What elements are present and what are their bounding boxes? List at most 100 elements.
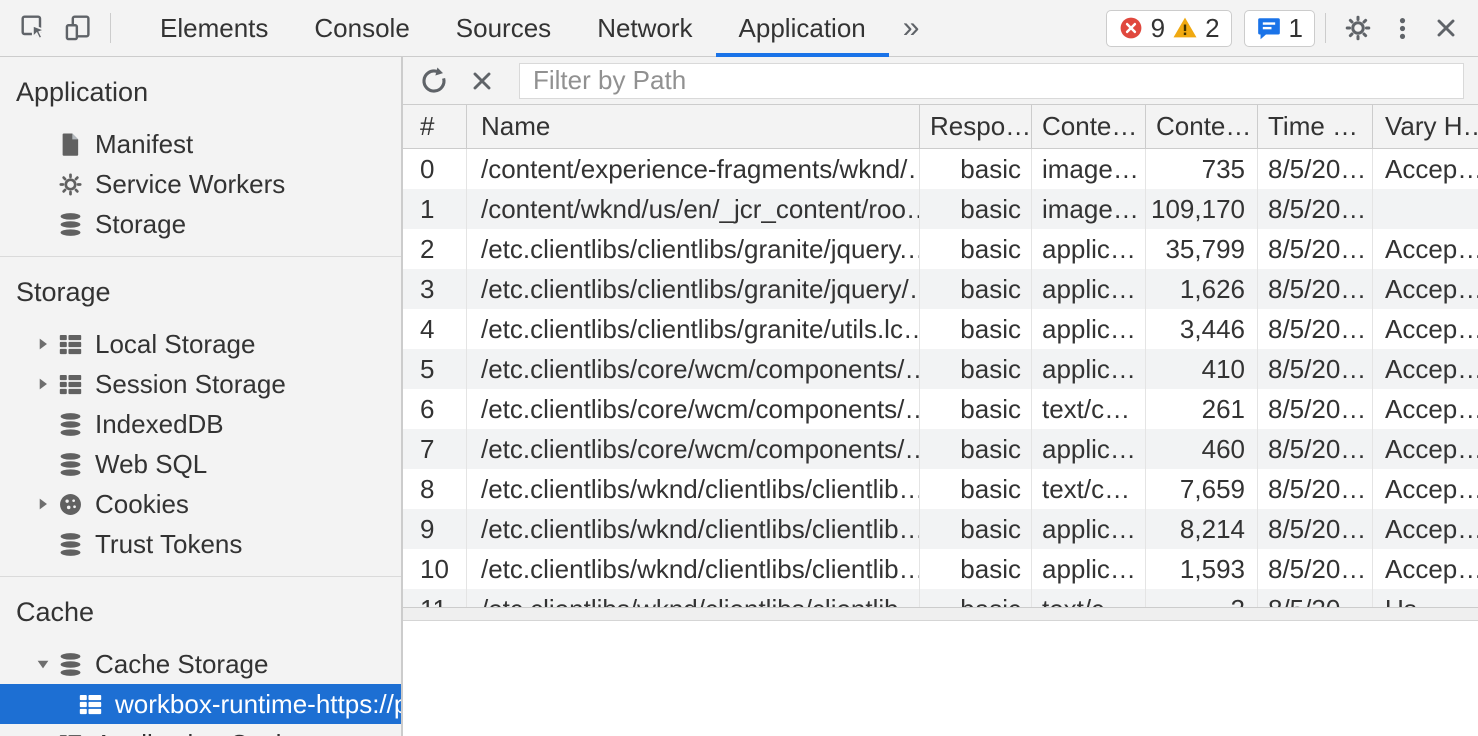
- expander-expanded-icon[interactable]: [36, 657, 50, 671]
- expander-collapsed-icon[interactable]: [36, 377, 50, 391]
- cell-vary-header: Accep…: [1373, 389, 1478, 429]
- cell-response-type: basic: [920, 589, 1032, 607]
- cell-time-cached: 8/5/20…: [1258, 429, 1373, 469]
- console-errors-warnings-badge[interactable]: 9 2: [1106, 10, 1232, 47]
- horizontal-splitter[interactable]: [403, 607, 1478, 621]
- device-toolbar-button[interactable]: [56, 6, 100, 50]
- sidebar-item-label: workbox-runtime-https://pu: [115, 689, 401, 720]
- sidebar-item-local-storage[interactable]: Local Storage: [0, 324, 401, 364]
- cell-content-length: 735: [1146, 149, 1258, 189]
- table-row[interactable]: 11/etc.clientlibs/wknd/clientlibs/client…: [403, 589, 1478, 607]
- preview-pane: [403, 621, 1478, 736]
- cell-vary-header: Us…: [1373, 589, 1478, 607]
- table-row[interactable]: 0/content/experience-fragments/wknd/…bas…: [403, 149, 1478, 189]
- sidebar-item-label: Application Cache: [95, 729, 305, 736]
- table-row[interactable]: 10/etc.clientlibs/wknd/clientlibs/client…: [403, 549, 1478, 589]
- table-row[interactable]: 5/etc.clientlibs/core/wcm/components/…ba…: [403, 349, 1478, 389]
- column-header-content-type[interactable]: Conte…: [1032, 105, 1146, 148]
- tab-elements[interactable]: Elements: [137, 0, 291, 57]
- cell-response-type: basic: [920, 549, 1032, 589]
- issues-badge[interactable]: 1: [1244, 10, 1315, 47]
- cell-vary-header: Accep…: [1373, 509, 1478, 549]
- table-row[interactable]: 9/etc.clientlibs/wknd/clientlibs/clientl…: [403, 509, 1478, 549]
- cache-toolbar: [403, 57, 1478, 105]
- column-header-content-length[interactable]: Conte…: [1146, 105, 1258, 148]
- refresh-button[interactable]: [413, 60, 455, 102]
- sidebar-item-label: Session Storage: [95, 369, 286, 400]
- devtools-main-toolbar: ElementsConsoleSourcesNetworkApplication…: [0, 0, 1478, 57]
- cell-name: /etc.clientlibs/wknd/clientlibs/clientli…: [467, 589, 920, 607]
- cell-time-cached: 8/5/20…: [1258, 509, 1373, 549]
- table-row[interactable]: 8/etc.clientlibs/wknd/clientlibs/clientl…: [403, 469, 1478, 509]
- refresh-icon: [419, 66, 449, 96]
- cell-num: 0: [403, 149, 467, 189]
- inspect-element-button[interactable]: [12, 6, 56, 50]
- table-row[interactable]: 1/content/wknd/us/en/_jcr_content/roo…ba…: [403, 189, 1478, 229]
- cell-num: 3: [403, 269, 467, 309]
- sidebar-item-cookies[interactable]: Cookies: [0, 484, 401, 524]
- column-header-name[interactable]: Name: [467, 105, 920, 148]
- sidebar-item-storage[interactable]: Storage: [0, 204, 401, 244]
- expander-collapsed-icon[interactable]: [36, 337, 50, 351]
- table-row[interactable]: 6/etc.clientlibs/core/wcm/components/…ba…: [403, 389, 1478, 429]
- sidebar-item-cache-storage[interactable]: Cache Storage: [0, 644, 401, 684]
- sidebar-item-session-storage[interactable]: Session Storage: [0, 364, 401, 404]
- filter-by-path-input[interactable]: [519, 63, 1464, 99]
- cell-content-length: 2: [1146, 589, 1258, 607]
- delete-selected-button[interactable]: [461, 60, 503, 102]
- device-toolbar-icon: [63, 13, 93, 43]
- sidebar-item-trust-tokens[interactable]: Trust Tokens: [0, 524, 401, 564]
- more-tabs-button[interactable]: »: [889, 11, 934, 45]
- sidebar-item-application-cache[interactable]: Application Cache: [0, 724, 401, 736]
- expander-collapsed-icon[interactable]: [36, 497, 50, 511]
- gear-icon: [1343, 13, 1373, 43]
- sidebar-item-service-workers[interactable]: Service Workers: [0, 164, 401, 204]
- sidebar-item-indexeddb[interactable]: IndexedDB: [0, 404, 401, 444]
- section-title: Application: [0, 57, 401, 124]
- cell-response-type: basic: [920, 229, 1032, 269]
- cell-response-type: basic: [920, 309, 1032, 349]
- cache-table-body: 0/content/experience-fragments/wknd/…bas…: [403, 149, 1478, 607]
- database-icon: [57, 451, 84, 478]
- cell-time-cached: 8/5/20…: [1258, 349, 1373, 389]
- tab-sources[interactable]: Sources: [433, 0, 574, 57]
- tab-network[interactable]: Network: [574, 0, 715, 57]
- sidebar-item-label: Web SQL: [95, 449, 207, 480]
- settings-button[interactable]: [1336, 6, 1380, 50]
- sidebar-item-web-sql[interactable]: Web SQL: [0, 444, 401, 484]
- cell-response-type: basic: [920, 389, 1032, 429]
- column-header-vary-header[interactable]: Vary H…: [1373, 105, 1478, 148]
- cell-response-type: basic: [920, 509, 1032, 549]
- cell-content-type: applic…: [1032, 509, 1146, 549]
- cell-num: 1: [403, 189, 467, 229]
- section-title: Storage: [0, 257, 401, 324]
- cell-vary-header: Accep…: [1373, 269, 1478, 309]
- tab-console[interactable]: Console: [291, 0, 432, 57]
- close-icon: [1432, 14, 1460, 42]
- clear-x-icon: [468, 67, 496, 95]
- column-header-num[interactable]: #: [403, 105, 467, 148]
- sidebar-item-manifest[interactable]: Manifest: [0, 124, 401, 164]
- cell-content-type: applic…: [1032, 309, 1146, 349]
- close-devtools-button[interactable]: [1424, 6, 1468, 50]
- issue-count: 1: [1289, 13, 1303, 44]
- cell-content-length: 7,659: [1146, 469, 1258, 509]
- column-header-time-cached[interactable]: Time …: [1258, 105, 1373, 148]
- table-row[interactable]: 7/etc.clientlibs/core/wcm/components/…ba…: [403, 429, 1478, 469]
- cell-time-cached: 8/5/20…: [1258, 229, 1373, 269]
- cell-time-cached: 8/5/20…: [1258, 469, 1373, 509]
- cell-content-length: 1,593: [1146, 549, 1258, 589]
- cell-content-length: 410: [1146, 349, 1258, 389]
- cell-num: 8: [403, 469, 467, 509]
- sidebar-section-storage: StorageLocal Storage Session Storage Index…: [0, 256, 401, 576]
- sidebar-item-workbox-runtime-https-pu[interactable]: workbox-runtime-https://pu: [0, 684, 401, 724]
- cell-time-cached: 8/5/20…: [1258, 189, 1373, 229]
- table-row[interactable]: 3/etc.clientlibs/clientlibs/granite/jque…: [403, 269, 1478, 309]
- more-options-button[interactable]: [1380, 6, 1424, 50]
- sidebar-item-label: Manifest: [95, 129, 193, 160]
- tab-application[interactable]: Application: [716, 0, 889, 57]
- table-row[interactable]: 4/etc.clientlibs/clientlibs/granite/util…: [403, 309, 1478, 349]
- table-row[interactable]: 2/etc.clientlibs/clientlibs/granite/jque…: [403, 229, 1478, 269]
- sidebar-item-label: Trust Tokens: [95, 529, 242, 560]
- column-header-response-type[interactable]: Respo…: [920, 105, 1032, 148]
